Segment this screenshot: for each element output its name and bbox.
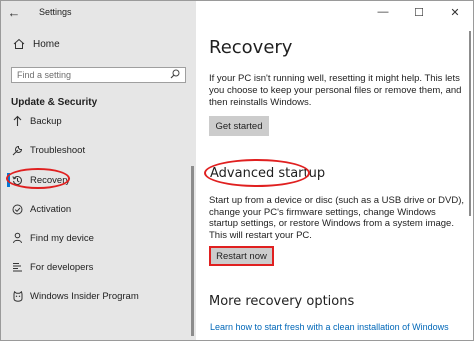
sidebar-item-backup[interactable]: Backup [11, 114, 62, 128]
home-label: Home [33, 38, 60, 50]
person-locate-icon [11, 232, 24, 244]
search-input[interactable]: Find a setting [11, 67, 186, 83]
sidebar-item-label: Activation [30, 203, 72, 215]
window-title: Settings [39, 7, 72, 17]
get-started-button[interactable]: Get started [209, 116, 269, 136]
recovery-highlight-circle [6, 168, 70, 189]
sidebar-item-label: Find my device [30, 232, 94, 244]
restart-now-button[interactable]: Restart now [209, 246, 274, 266]
wrench-icon [11, 145, 24, 156]
insider-cat-icon [11, 290, 24, 302]
sidebar-item-for-developers[interactable]: For developers [11, 260, 93, 274]
settings-window: ← Settings Home Find a setting Update & … [0, 0, 474, 341]
advanced-startup-description: Start up from a device or disc (such as … [209, 195, 465, 241]
sidebar-item-find-my-device[interactable]: Find my device [11, 231, 94, 245]
sidebar-item-troubleshoot[interactable]: Troubleshoot [11, 143, 85, 157]
sidebar-item-label: Backup [30, 115, 62, 127]
search-placeholder: Find a setting [17, 70, 72, 80]
title-bar: ← Settings [1, 1, 196, 23]
sidebar-item-label: Troubleshoot [30, 144, 86, 156]
sidebar-item-label: For developers [30, 261, 94, 273]
search-icon[interactable] [170, 69, 180, 81]
page-title: Recovery [209, 37, 293, 58]
backup-icon [11, 115, 24, 127]
minimize-button[interactable]: — [365, 1, 401, 23]
sidebar-item-activation[interactable]: Activation [11, 202, 71, 216]
clean-install-link[interactable]: Learn how to start fresh with a clean in… [210, 322, 449, 332]
sidebar-scrollbar[interactable] [191, 166, 194, 336]
sidebar-item-label: Windows Insider Program [30, 290, 139, 302]
sidebar-item-windows-insider[interactable]: Windows Insider Program [11, 289, 139, 303]
advanced-startup-highlight-circle [204, 159, 310, 187]
home-icon [11, 38, 27, 50]
home-nav-item[interactable]: Home [11, 38, 60, 50]
reset-description: If your PC isn't running well, resetting… [209, 73, 462, 108]
maximize-button[interactable]: ☐ [401, 1, 437, 23]
more-recovery-options-heading: More recovery options [209, 294, 355, 309]
sidebar: ← Settings Home Find a setting Update & … [1, 1, 196, 340]
section-title: Update & Security [11, 97, 98, 108]
main-scrollbar[interactable] [469, 31, 471, 216]
close-button[interactable]: ✕ [437, 1, 473, 23]
check-circle-icon [11, 204, 24, 215]
window-controls: — ☐ ✕ [365, 1, 473, 23]
main-pane: — ☐ ✕ Recovery If your PC isn't running … [196, 1, 473, 340]
developer-tools-icon [11, 262, 24, 272]
back-arrow-icon[interactable]: ← [1, 5, 27, 20]
